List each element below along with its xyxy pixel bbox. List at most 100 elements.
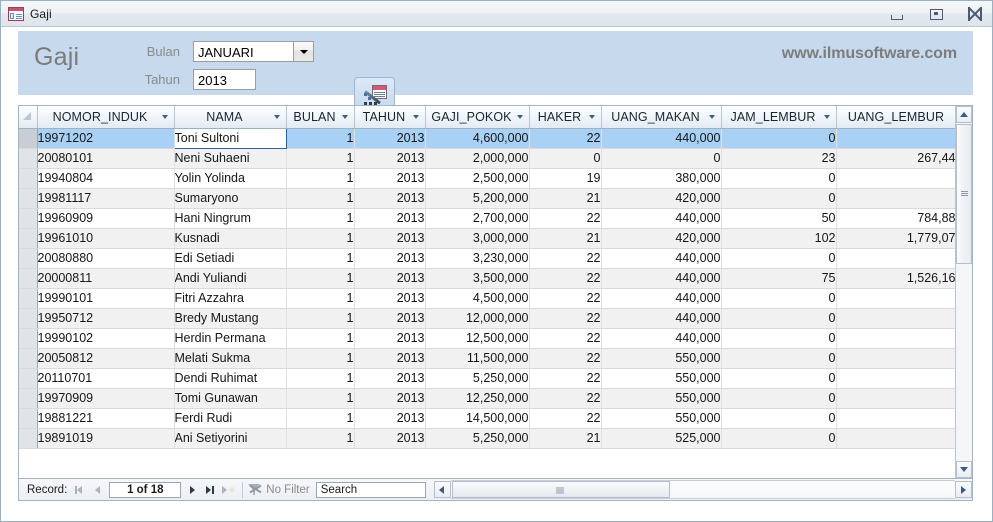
close-icon[interactable] [967,6,984,23]
cell-nomor-induk[interactable]: 19950712 [37,308,175,329]
cell-uang-lembur[interactable] [836,248,956,269]
cell-tahun[interactable]: 2013 [354,368,426,389]
cell-gaji-pokok[interactable]: 3,230,000 [425,248,530,269]
row-selector[interactable] [19,168,38,189]
cell-nomor-induk[interactable]: 19960909 [37,208,175,229]
cell-nomor-induk[interactable]: 19961010 [37,228,175,249]
cell-haker[interactable]: 22 [529,388,602,409]
column-header-jam-lembur[interactable]: JAM_LEMBUR [721,106,837,129]
cell-haker[interactable]: 22 [529,288,602,309]
column-header-uang-makan[interactable]: UANG_MAKAN [601,106,722,129]
column-header-tahun[interactable]: TAHUN [354,106,426,129]
cell-jam-lembur[interactable]: 0 [721,408,837,429]
cell-haker[interactable]: 22 [529,408,602,429]
cell-uang-makan[interactable]: 440,000 [601,288,722,309]
cell-gaji-pokok[interactable]: 12,000,000 [425,308,530,329]
cell-haker[interactable]: 22 [529,268,602,289]
cell-bulan[interactable]: 1 [286,408,355,429]
table-row[interactable]: 19961010 Kusnadi 1 2013 3,000,000 21 420,000 10… [19,228,956,249]
cell-haker[interactable]: 21 [529,228,602,249]
table-row[interactable]: 19981117 Sumaryono 1 2013 5,200,000 21 420,000… [19,188,956,209]
cell-uang-lembur[interactable] [836,188,956,209]
table-row[interactable]: 19881221 Ferdi Rudi 1 2013 14,500,000 22 550,0… [19,408,956,429]
cell-tahun[interactable]: 2013 [354,328,426,349]
cell-tahun[interactable]: 2013 [354,308,426,329]
cell-bulan[interactable]: 1 [286,388,355,409]
cell-bulan[interactable]: 1 [286,368,355,389]
cell-jam-lembur[interactable]: 102 [721,228,837,249]
cell-nomor-induk[interactable]: 19981117 [37,188,175,209]
cell-tahun[interactable]: 2013 [354,288,426,309]
cell-jam-lembur[interactable]: 23 [721,148,837,169]
table-row[interactable]: 20080880 Edi Setiadi 1 2013 3,230,000 22 440,0… [19,248,956,269]
cell-uang-makan[interactable]: 550,000 [601,408,722,429]
column-header-haker[interactable]: HAKER [529,106,602,129]
cell-uang-lembur[interactable] [836,288,956,309]
cell-bulan[interactable]: 1 [286,248,355,269]
table-row[interactable]: 19891019 Ani Setiyorini 1 2013 5,250,000 21 52… [19,428,956,449]
cell-nama[interactable]: Edi Setiadi [174,248,287,269]
column-header-gaji-pokok[interactable]: GAJI_POKOK [425,106,530,129]
cell-jam-lembur[interactable]: 0 [721,368,837,389]
cell-uang-lembur[interactable] [836,348,956,369]
vertical-scroll-thumb[interactable] [956,124,972,264]
table-row[interactable]: 20110701 Dendi Ruhimat 1 2013 5,250,000 22 550… [19,368,956,389]
next-record-button[interactable] [183,481,201,499]
row-selector[interactable] [19,368,38,389]
cell-uang-makan[interactable]: 440,000 [601,308,722,329]
cell-tahun[interactable]: 2013 [354,128,426,149]
table-row[interactable]: 19971202 Toni Sultoni 1 2013 4,600,000 22 440,… [19,127,956,149]
row-selector[interactable] [19,148,38,169]
row-selector[interactable] [19,408,38,429]
cell-jam-lembur[interactable]: 75 [721,268,837,289]
row-selector[interactable] [19,128,38,149]
cell-uang-makan[interactable]: 550,000 [601,348,722,369]
row-selector[interactable] [19,348,38,369]
cell-tahun[interactable]: 2013 [354,188,426,209]
cell-nama[interactable]: Bredy Mustang [174,308,287,329]
cell-nomor-induk[interactable]: 20050812 [37,348,175,369]
column-header-bulan[interactable]: BULAN [286,106,355,129]
cell-nomor-induk[interactable]: 20000811 [37,268,175,289]
cell-gaji-pokok[interactable]: 2,000,000 [425,148,530,169]
cell-uang-lembur[interactable] [836,328,956,349]
cell-nomor-induk[interactable]: 19940804 [37,168,175,189]
cell-tahun[interactable]: 2013 [354,388,426,409]
previous-record-button[interactable] [89,481,107,499]
new-record-button[interactable]: ✳ [219,481,237,499]
bulan-combobox[interactable]: JANUARI [193,41,314,62]
cell-nama[interactable]: Andi Yuliandi [174,268,287,289]
cell-nama[interactable]: Toni Sultoni [173,127,287,149]
scroll-up-icon[interactable] [956,106,972,123]
cell-uang-makan[interactable]: 440,000 [601,248,722,269]
cell-uang-lembur[interactable] [836,428,956,449]
cell-nomor-induk[interactable]: 20110701 [37,368,175,389]
cell-jam-lembur[interactable]: 0 [721,328,837,349]
cell-tahun[interactable]: 2013 [354,148,426,169]
cell-tahun[interactable]: 2013 [354,408,426,429]
row-selector[interactable] [19,188,38,209]
cell-nama[interactable]: Neni Suhaeni [174,148,287,169]
cell-haker[interactable]: 22 [529,128,602,149]
cell-tahun[interactable]: 2013 [354,268,426,289]
table-row[interactable]: 20050812 Melati Sukma 1 2013 11,500,000 22 550… [19,348,956,369]
cell-nama[interactable]: Dendi Ruhimat [174,368,287,389]
table-row[interactable]: 19990101 Fitri Azzahra 1 2013 4,500,000 22 440… [19,288,956,309]
cell-nomor-induk[interactable]: 19990101 [37,288,175,309]
cell-uang-lembur[interactable]: 1,779,07 [836,228,956,249]
search-input[interactable]: Search [315,481,426,498]
row-selector[interactable] [19,428,38,449]
row-selector[interactable] [19,308,38,329]
row-selector[interactable] [19,208,38,229]
cell-nama[interactable]: Ferdi Rudi [174,408,287,429]
cell-tahun[interactable]: 2013 [354,428,426,449]
scroll-left-icon[interactable] [433,481,451,498]
row-selector[interactable] [19,388,38,409]
cell-gaji-pokok[interactable]: 5,200,000 [425,188,530,209]
cell-haker[interactable]: 22 [529,248,602,269]
cell-bulan[interactable]: 1 [286,208,355,229]
tahun-input[interactable]: 2013 [193,69,256,90]
row-selector[interactable] [19,328,38,349]
cell-uang-makan[interactable]: 440,000 [601,268,722,289]
cell-gaji-pokok[interactable]: 2,500,000 [425,168,530,189]
